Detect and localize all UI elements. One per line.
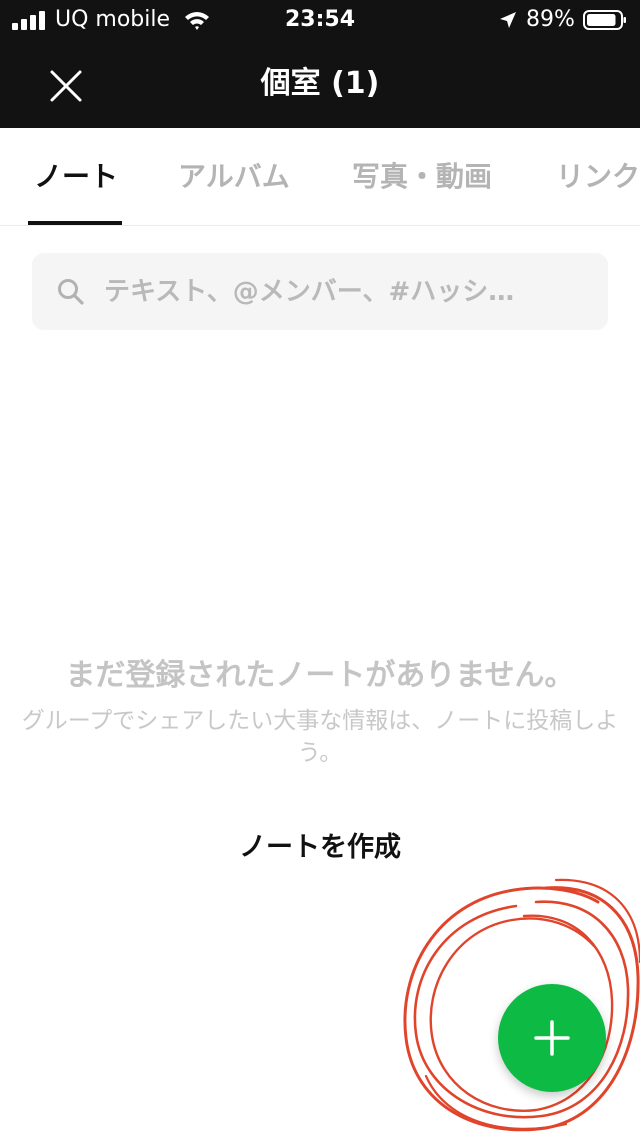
tab-album[interactable]: アルバム [178,128,290,225]
location-arrow-icon [500,12,516,28]
create-note-label: ノートを作成 [239,832,401,863]
add-note-fab[interactable] [498,984,606,1092]
search-bar[interactable] [32,253,608,330]
search-input[interactable] [104,253,584,330]
screen: UQ mobile 23:54 89% 個室 (1) ノート アルバム 写真・動… [0,0,640,1136]
create-note-link[interactable]: ノートを作成 [0,828,640,868]
empty-state-title: まだ登録されたノートがありません。 [65,658,575,693]
close-button[interactable] [42,62,90,110]
tab-photos-videos[interactable]: 写真・動画 [352,128,492,225]
status-bar: UQ mobile 23:54 89% [0,0,640,40]
close-icon [50,70,82,102]
tab-note[interactable]: ノート [34,128,118,225]
battery-icon [583,10,626,30]
page-title: 個室 (1) [260,66,380,101]
empty-state-description: グループでシェアしたい大事な情報は、ノートに投稿しよう。 [21,708,619,766]
tab-bar: ノート アルバム 写真・動画 リンク [0,128,640,226]
battery-percent: 89% [526,7,575,32]
chat-header: 個室 (1) [0,40,640,128]
active-tab-indicator [28,221,122,225]
tab-links[interactable]: リンク [556,128,640,225]
search-icon [58,279,84,305]
plus-icon [534,1020,570,1056]
